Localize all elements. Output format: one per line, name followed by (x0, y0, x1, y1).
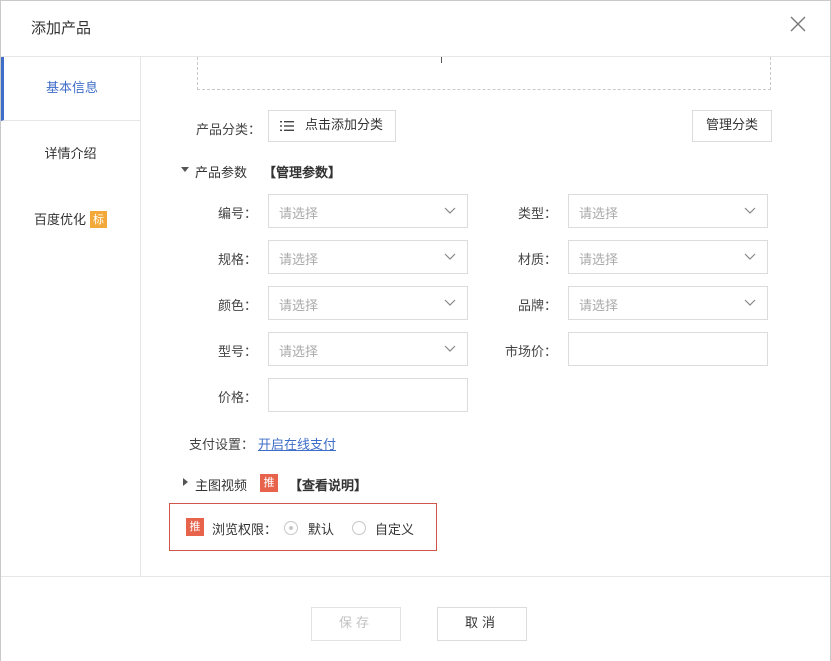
chevron-down-icon (744, 207, 756, 214)
caret-down-icon[interactable] (181, 167, 189, 173)
chevron-down-icon (744, 253, 756, 260)
browse-permission-box: 推 浏览权限： 默认 自定义 (169, 503, 437, 551)
recommend-badge: 推 (260, 474, 278, 492)
close-icon[interactable] (788, 14, 808, 34)
select-placeholder: 请选择 (579, 253, 619, 268)
field-label-caizhi: 材质： (517, 253, 557, 268)
radio-default-label[interactable]: 默认 (308, 519, 334, 538)
save-button[interactable]: 保存 (311, 607, 401, 641)
video-title: 主图视频 (195, 479, 248, 494)
field-label-leixing: 类型： (517, 207, 557, 222)
select-caizhi[interactable]: 请选择 (568, 240, 768, 274)
select-leixing[interactable]: 请选择 (568, 194, 768, 228)
radio-default[interactable] (284, 521, 298, 535)
dialog-header: 添加产品 (1, 1, 830, 57)
sidebar-item-label: 详情介绍 (44, 147, 97, 162)
select-placeholder: 请选择 (579, 207, 619, 222)
field-label-pinpai: 品牌： (517, 299, 557, 314)
permission-label: 浏览权限： (212, 523, 278, 538)
view-instructions-link[interactable]: 【查看说明】 (289, 475, 367, 494)
sidebar-item-detail[interactable]: 详情介绍 (1, 123, 140, 187)
cancel-button[interactable]: 取消 (437, 607, 527, 641)
field-label-market-price: 市场价： (504, 345, 557, 360)
select-placeholder: 请选择 (279, 253, 319, 268)
select-pinpai[interactable]: 请选择 (568, 286, 768, 320)
sidebar-item-baidu-seo[interactable]: 百度优化标 (1, 189, 140, 253)
text-cursor (441, 57, 442, 63)
payment-label: 支付设置： (189, 438, 255, 453)
select-xinghao[interactable]: 请选择 (268, 332, 468, 366)
chevron-down-icon (444, 253, 456, 260)
select-placeholder: 请选择 (279, 207, 319, 222)
select-placeholder: 请选择 (279, 299, 319, 314)
image-upload-area[interactable] (197, 57, 771, 90)
chevron-down-icon (444, 299, 456, 306)
chevron-down-icon (744, 299, 756, 306)
recommend-badge: 推 (186, 518, 204, 536)
select-yanse[interactable]: 请选择 (268, 286, 468, 320)
sidebar-item-label: 基本信息 (45, 81, 98, 96)
category-label: 产品分类： (195, 123, 261, 138)
tag-badge: 标 (90, 211, 107, 228)
select-placeholder: 请选择 (279, 345, 319, 360)
main-form: 产品分类： 点击添加分类 管理分类 产品参数 【管理参数】 编号： 请选择 类型… (141, 57, 830, 576)
add-category-button[interactable]: 点击添加分类 (268, 110, 396, 142)
manage-category-button[interactable]: 管理分类 (692, 110, 772, 142)
field-label-price: 价格： (217, 391, 257, 406)
add-product-dialog: 添加产品 基本信息 详情介绍 百度优化标 产品分类： 点击添加分类 管理分类 产… (0, 0, 831, 661)
field-label-guige: 规格： (217, 253, 257, 268)
sidebar-item-basic-info[interactable]: 基本信息 (1, 57, 140, 121)
price-input[interactable] (268, 378, 468, 412)
radio-custom-label[interactable]: 自定义 (375, 519, 414, 538)
chevron-down-icon (444, 207, 456, 214)
chevron-down-icon (444, 345, 456, 352)
radio-custom[interactable] (352, 521, 366, 535)
field-label-yanse: 颜色： (217, 299, 257, 314)
caret-right-icon[interactable] (183, 478, 189, 486)
sidebar: 基本信息 详情介绍 百度优化标 (1, 57, 141, 576)
params-title: 产品参数 (195, 166, 248, 181)
dialog-title: 添加产品 (31, 19, 92, 37)
list-icon (280, 121, 294, 131)
enable-online-payment-link[interactable]: 开启在线支付 (258, 434, 336, 453)
sidebar-item-label: 百度优化 (33, 213, 86, 228)
manage-params-link[interactable]: 【管理参数】 (263, 162, 341, 181)
field-label-xinghao: 型号： (217, 345, 257, 360)
field-label-bianhao: 编号： (217, 207, 257, 222)
dialog-footer: 保存 取消 (1, 576, 830, 661)
select-bianhao[interactable]: 请选择 (268, 194, 468, 228)
select-guige[interactable]: 请选择 (268, 240, 468, 274)
add-category-label: 点击添加分类 (305, 118, 384, 133)
select-placeholder: 请选择 (579, 299, 619, 314)
market-price-input[interactable] (568, 332, 768, 366)
